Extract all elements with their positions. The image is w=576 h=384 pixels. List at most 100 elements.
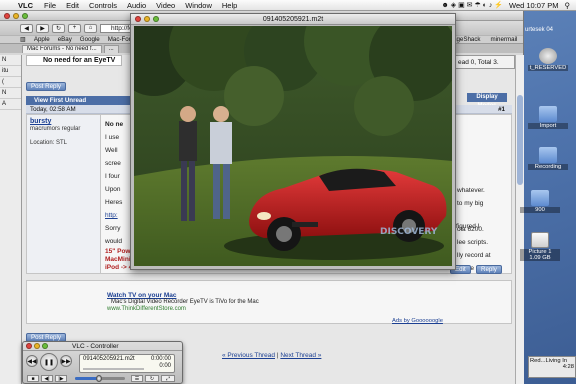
folder-image-icon: [539, 106, 557, 122]
zoom-button[interactable]: [42, 343, 48, 349]
minimize-button[interactable]: [34, 343, 40, 349]
message-fragment: lly record at: [457, 252, 491, 259]
fast-forward-icon: ▶▶: [61, 358, 71, 365]
list-item[interactable]: itu: [0, 66, 21, 77]
page-scrollbar[interactable]: [515, 55, 524, 384]
username-link[interactable]: bursty: [30, 118, 97, 125]
next-thread-link[interactable]: Next Thread »: [280, 352, 321, 359]
menu-video[interactable]: Video: [156, 1, 175, 10]
folder-icon[interactable]: Recording: [528, 147, 568, 170]
vlc-display: 091405205921.m2t 0:00:00 0:00: [79, 354, 175, 373]
bookmarks-icon[interactable]: ▥: [20, 36, 26, 43]
desktop-icon-label: Recording: [528, 164, 568, 170]
fullscreen-icon: ⤢: [165, 376, 170, 382]
playback-position-slider[interactable]: [83, 368, 144, 370]
folder-icon[interactable]: Import: [528, 106, 568, 129]
back-button[interactable]: ◀: [20, 23, 33, 33]
list-item[interactable]: N: [0, 88, 21, 99]
video-titlebar: 091405205921.m2t: [131, 14, 455, 25]
scrollbar-thumb[interactable]: [517, 95, 523, 185]
menu-edit[interactable]: Edit: [66, 1, 79, 10]
menu-app-name[interactable]: VLC: [18, 1, 33, 10]
controller-titlebar: VLC - Controller: [23, 342, 182, 351]
close-button[interactable]: [26, 343, 32, 349]
post-number-link[interactable]: #1: [498, 105, 505, 114]
elapsed-time: 0:00:00: [150, 356, 171, 362]
ad-url[interactable]: www.ThinkDifferentStore.com: [107, 306, 186, 312]
track-time: 4:28: [562, 364, 574, 370]
video-title: 091405205921.m2t: [262, 15, 324, 23]
menu-controls[interactable]: Controls: [89, 1, 117, 10]
drive-icon[interactable]: t_RESERVED: [528, 48, 568, 71]
bookmark-ebay[interactable]: eBay: [58, 36, 72, 43]
minimize-button[interactable]: [13, 12, 19, 19]
fast-forward-button[interactable]: ▶▶: [60, 355, 72, 367]
desktop-app-label: urtesek 04: [525, 27, 554, 33]
video-window[interactable]: 091405205921.m2t DISCOVERY: [130, 13, 456, 270]
play-pause-button[interactable]: ❚❚: [40, 353, 58, 371]
document-icon: [531, 232, 549, 248]
reply-button[interactable]: Reply: [476, 265, 502, 274]
post-date: Today, 02:58 AM: [30, 106, 76, 113]
bookmark-imageshack[interactable]: ageShack: [453, 36, 481, 43]
thread-navigation: « Previous Thread | Next Thread »: [222, 352, 321, 359]
itunes-mini-player[interactable]: Red...Living In 4:28: [528, 356, 576, 378]
previous-button[interactable]: ◀|: [41, 375, 53, 382]
ads-by-google-link[interactable]: Ads by Goooooogle: [392, 318, 443, 324]
add-bookmark-button[interactable]: +: [68, 23, 81, 33]
rewind-icon: ◀◀: [27, 358, 37, 365]
menu-window[interactable]: Window: [185, 1, 212, 10]
desktop-icon-label: Import: [528, 123, 568, 129]
bookmark-minermail[interactable]: minermail: [491, 36, 518, 43]
zoom-button[interactable]: [22, 12, 28, 19]
menu-audio[interactable]: Audio: [127, 1, 146, 10]
previous-thread-link[interactable]: « Previous Thread: [222, 352, 275, 359]
vlc-controller-window[interactable]: VLC - Controller ◀◀ ❚❚ ▶▶ 091405205921.m…: [22, 341, 183, 384]
list-item[interactable]: (: [0, 77, 21, 88]
tab-other[interactable]: ...: [103, 45, 119, 53]
list-item[interactable]: A: [0, 99, 21, 110]
picture-file-icon[interactable]: Picture 1 1.09 GB: [520, 232, 560, 261]
background-window-edge: N itu ( N A: [0, 55, 22, 384]
loop-button[interactable]: ↻: [145, 375, 159, 382]
close-button[interactable]: [4, 12, 10, 19]
tab-mac-forums[interactable]: Mac Forums - No need f...: [22, 45, 102, 53]
reload-button[interactable]: ↻: [52, 23, 65, 33]
view-first-unread-link[interactable]: View First Unread: [26, 96, 132, 105]
total-time: 0:00: [159, 363, 171, 369]
message-fragment: lee scripts.: [457, 239, 489, 246]
user-location: Location: STL: [30, 140, 68, 146]
ad-title-link[interactable]: Watch TV on your Mac: [107, 292, 176, 299]
menu-help[interactable]: Help: [222, 1, 237, 10]
post-reply-button[interactable]: Post Reply: [26, 82, 66, 91]
bookmark-apple[interactable]: Apple: [34, 36, 50, 43]
stop-button[interactable]: ■: [27, 375, 39, 382]
rewind-button[interactable]: ◀◀: [26, 355, 38, 367]
volume-knob[interactable]: [96, 375, 102, 382]
forward-button[interactable]: ▶: [36, 23, 49, 33]
message-fragment: whatever.: [457, 187, 485, 194]
bookmark-google[interactable]: Google: [80, 36, 100, 43]
previous-icon: ◀|: [44, 376, 50, 382]
list-item[interactable]: N: [0, 55, 21, 66]
folder-image-icon: [531, 190, 549, 206]
video-still-image: DISCOVERY: [134, 26, 452, 266]
nav-separator: |: [276, 352, 279, 359]
menu-file[interactable]: File: [44, 1, 56, 10]
menu-clock[interactable]: Wed 10:07 PM: [509, 1, 558, 10]
playlist-icon: ☰: [134, 376, 140, 382]
spotlight-icon[interactable]: ⚲: [565, 1, 571, 10]
stop-icon: ■: [31, 376, 35, 382]
folder-icon[interactable]: 900: [520, 190, 560, 213]
user-info: bursty macrumors regular Location: STL: [27, 115, 101, 273]
controller-title: VLC - Controller: [72, 342, 119, 350]
playlist-button[interactable]: ☰: [131, 375, 143, 382]
fullscreen-button[interactable]: ⤢: [161, 375, 175, 382]
next-button[interactable]: |▶: [55, 375, 67, 382]
display-modes-button[interactable]: Display Modes: [467, 93, 507, 109]
next-icon: |▶: [58, 376, 64, 382]
video-frame[interactable]: DISCOVERY: [134, 26, 452, 266]
menu-status-icons[interactable]: ☻ ◈ ▣ ✉ ☂ ◐ ♪ ⚡: [441, 1, 503, 9]
home-icon[interactable]: ⌂: [84, 23, 97, 33]
menu-bar: VLC File Edit Controls Audio Video Windo…: [0, 0, 576, 11]
